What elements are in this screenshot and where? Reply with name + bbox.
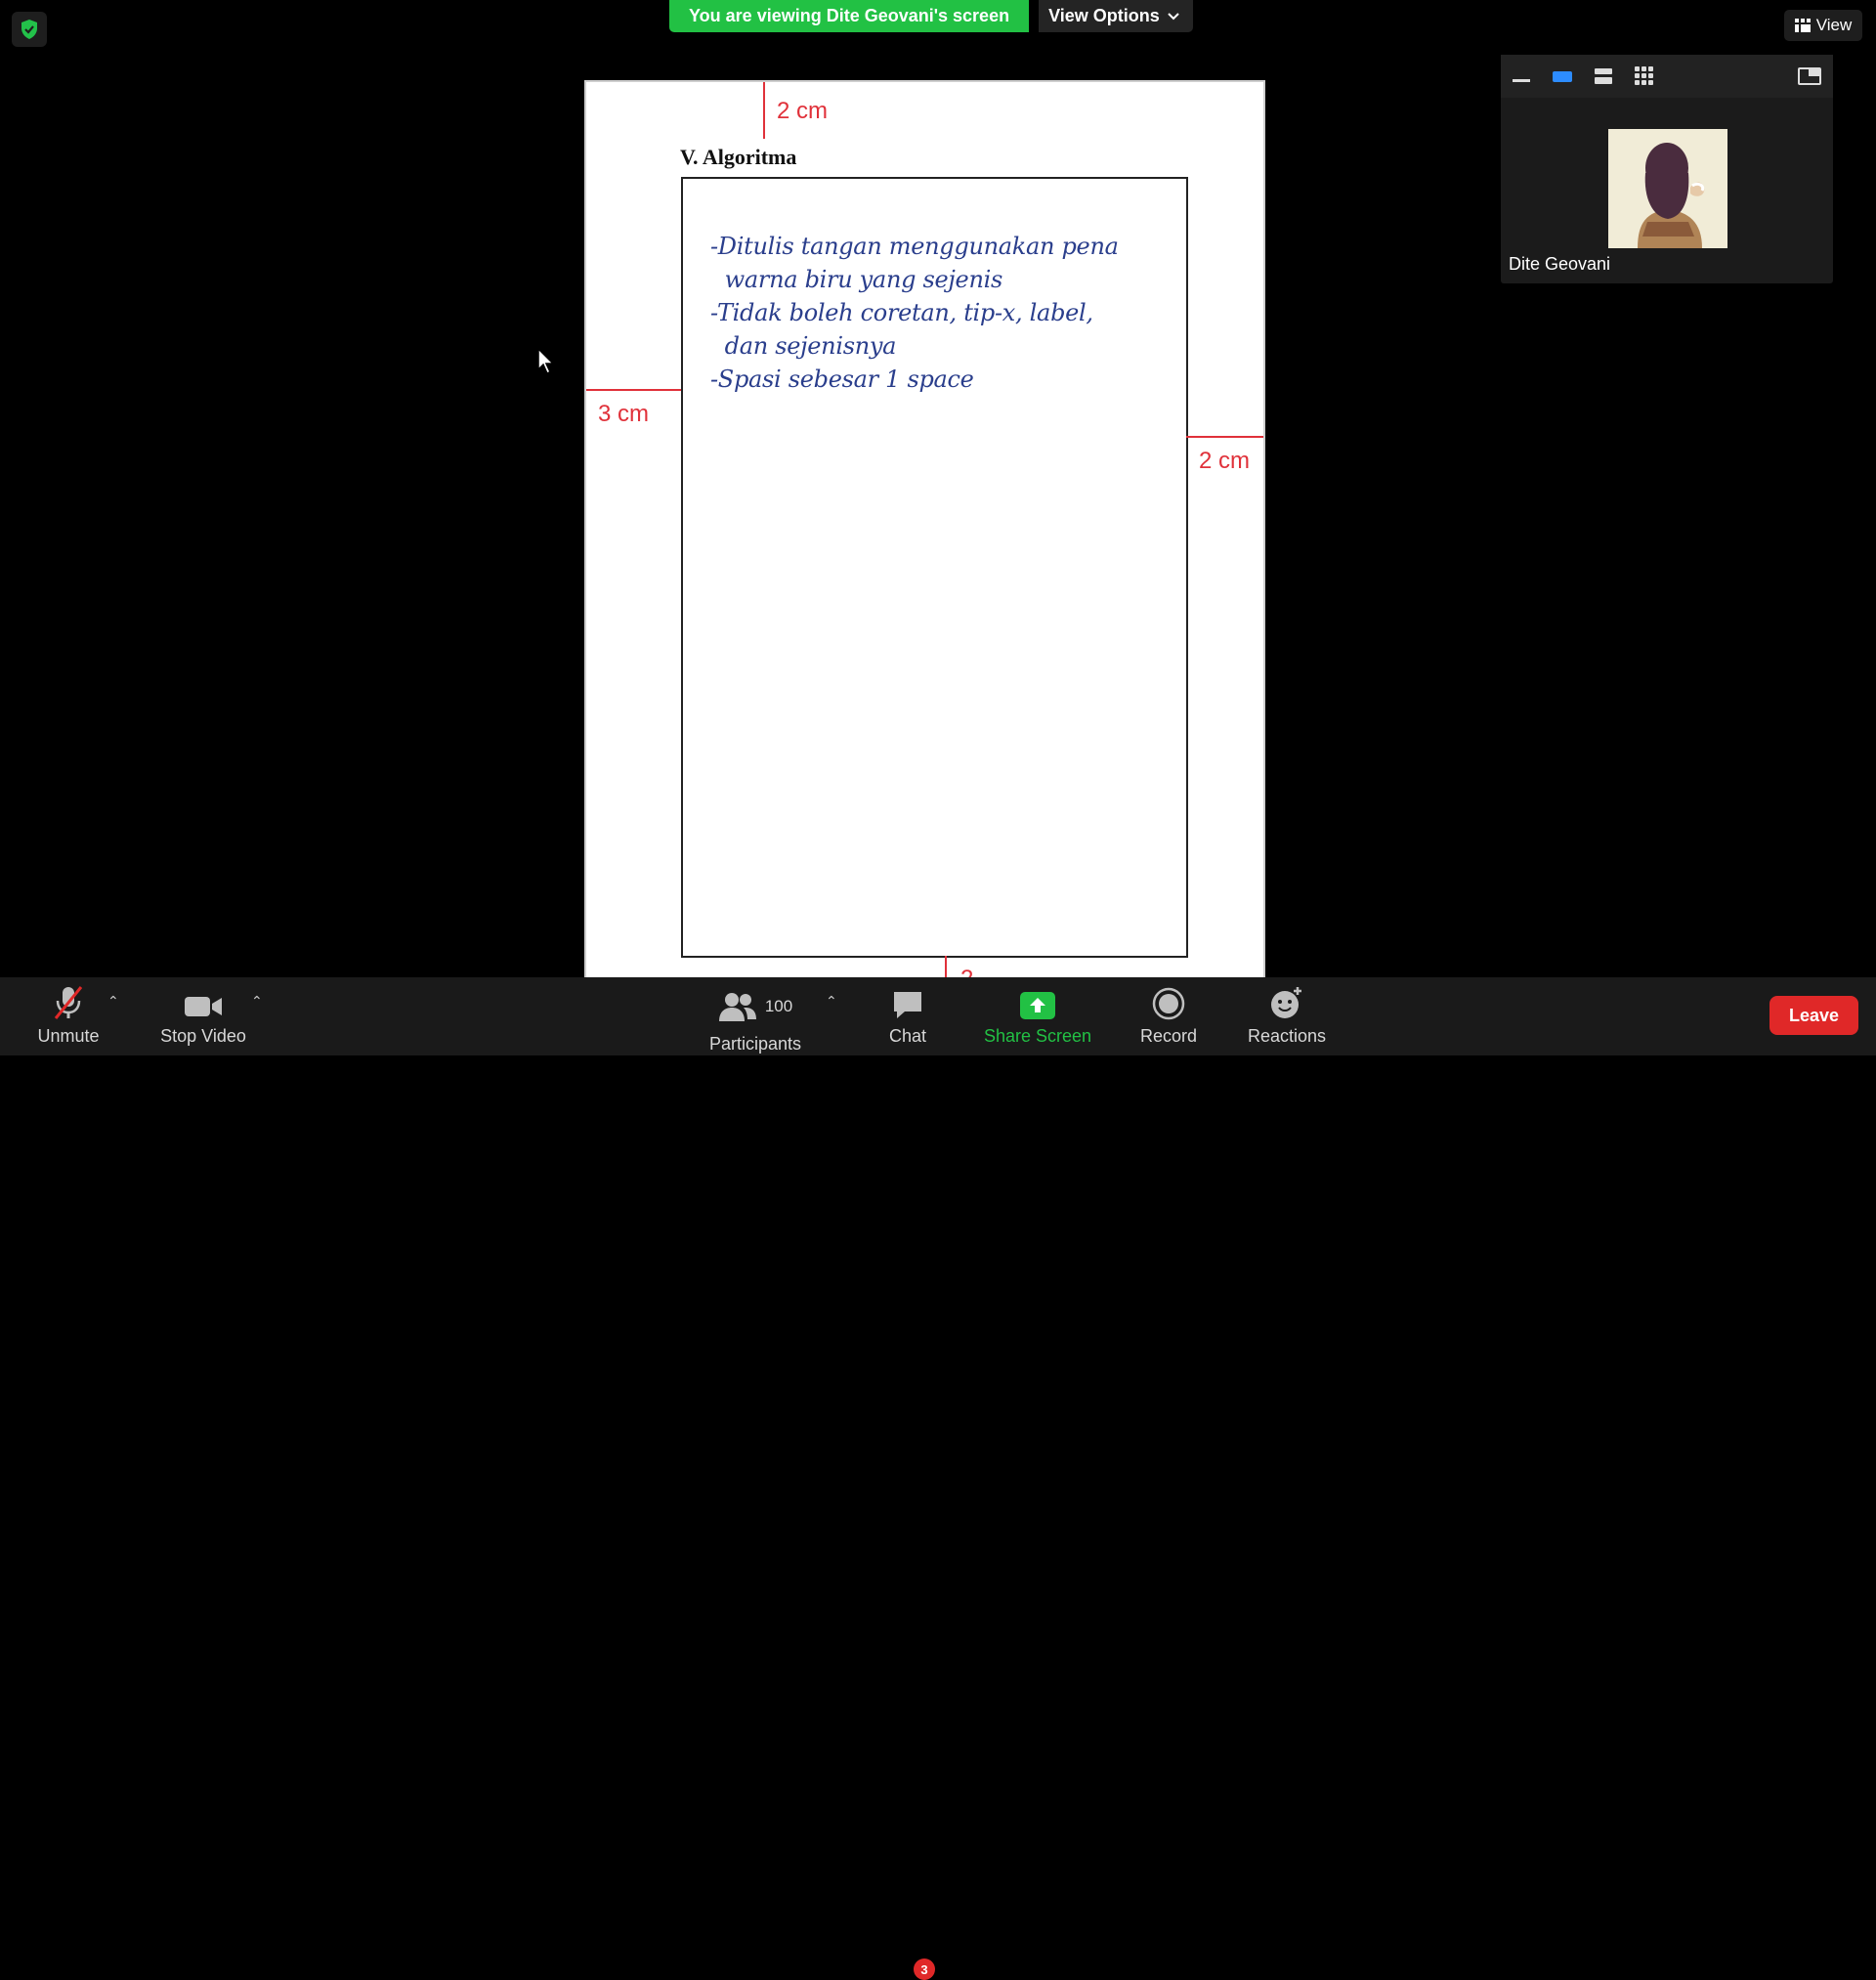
pin-panel-icon[interactable]: [1797, 65, 1822, 88]
top-margin-marker: [763, 82, 765, 139]
stop-video-label: Stop Video: [160, 1026, 246, 1046]
note-line: -Ditulis tangan menggunakan pena: [710, 233, 1119, 260]
chat-unread-badge: 3: [914, 1958, 935, 1980]
section-title: V. Algoritma: [680, 145, 797, 169]
chevron-down-icon: [1168, 12, 1179, 20]
participants-label: Participants: [708, 1034, 802, 1054]
record-label: Record: [1139, 1026, 1198, 1046]
video-camera-icon: [185, 997, 222, 1016]
participant-name-label: Dite Geovani: [1509, 254, 1611, 274]
record-button[interactable]: Record: [1130, 977, 1208, 1055]
unmute-label: Unmute: [37, 1026, 100, 1046]
mouse-cursor-icon: [537, 348, 555, 375]
note-line: dan sejenisnya: [710, 332, 897, 360]
participants-count: 100: [764, 997, 793, 1015]
left-margin-marker: [586, 389, 681, 391]
reactions-button[interactable]: Reactions: [1242, 977, 1332, 1055]
reactions-smiley-icon: [1271, 987, 1301, 1018]
participants-icon: [718, 993, 756, 1021]
minimize-icon[interactable]: [1509, 65, 1534, 88]
note-line: -Spasi sebesar 1 space: [710, 366, 974, 393]
leave-meeting-button[interactable]: Leave: [1769, 996, 1858, 1035]
view-options-button[interactable]: View Options: [1039, 0, 1193, 32]
record-icon: [1152, 987, 1185, 1020]
view-button[interactable]: View: [1784, 10, 1862, 41]
participant-video-panel: Dite Geovani: [1501, 55, 1833, 283]
gallery-grid-icon[interactable]: [1632, 65, 1657, 88]
left-margin-label: 3 cm: [598, 401, 650, 427]
note-line: -Tidak boleh coretan, tip-x, label,: [710, 299, 1093, 326]
panel-toolbar: [1501, 55, 1833, 98]
security-shield-icon[interactable]: [12, 12, 47, 47]
bottom-margin-marker: [945, 956, 947, 979]
chat-label: Chat: [888, 1026, 927, 1046]
right-margin-marker: [1186, 436, 1263, 438]
share-screen-button[interactable]: Share Screen: [979, 977, 1096, 1055]
view-label: View: [1815, 16, 1853, 34]
share-screen-label: Share Screen: [983, 1026, 1092, 1046]
view-options-label: View Options: [1048, 6, 1160, 25]
muted-microphone-icon: [54, 986, 83, 1019]
chat-button[interactable]: Chat: [869, 977, 947, 1055]
meeting-controls-toolbar: Unmute ⌃ Stop Video ⌃ 100 Participants ⌃: [0, 977, 1876, 1980]
stop-video-button[interactable]: Stop Video: [154, 977, 252, 1055]
participants-button[interactable]: 100 Participants: [702, 977, 809, 1055]
reactions-label: Reactions: [1247, 1026, 1327, 1046]
screen-share-banner: You are viewing Dite Geovani's screen Vi…: [669, 0, 1193, 32]
chat-bubble-icon: [894, 992, 921, 1018]
note-line: warna biru yang sejenis: [710, 266, 1003, 293]
video-options-caret-icon[interactable]: ⌃: [251, 993, 263, 1010]
shared-document-page: 2 cm V. Algoritma -Ditulis tangan menggu…: [584, 80, 1265, 981]
top-margin-label: 2 cm: [777, 98, 829, 124]
share-screen-arrow-icon: [1020, 992, 1055, 1019]
algorithm-box: -Ditulis tangan menggunakan pena warna b…: [681, 177, 1188, 958]
viewing-status-text: You are viewing Dite Geovani's screen: [669, 0, 1030, 32]
handwritten-notes: -Ditulis tangan menggunakan pena warna b…: [710, 230, 1119, 396]
unmute-button[interactable]: Unmute: [29, 977, 107, 1055]
speaker-view-icon[interactable]: [1550, 65, 1575, 88]
participant-avatar-image[interactable]: [1608, 129, 1727, 248]
audio-options-caret-icon[interactable]: ⌃: [107, 993, 119, 1010]
thumbnail-strip-icon[interactable]: [1591, 65, 1616, 88]
grid-view-icon: [1794, 19, 1811, 32]
participants-options-caret-icon[interactable]: ⌃: [826, 993, 837, 1010]
right-margin-label: 2 cm: [1199, 448, 1251, 474]
